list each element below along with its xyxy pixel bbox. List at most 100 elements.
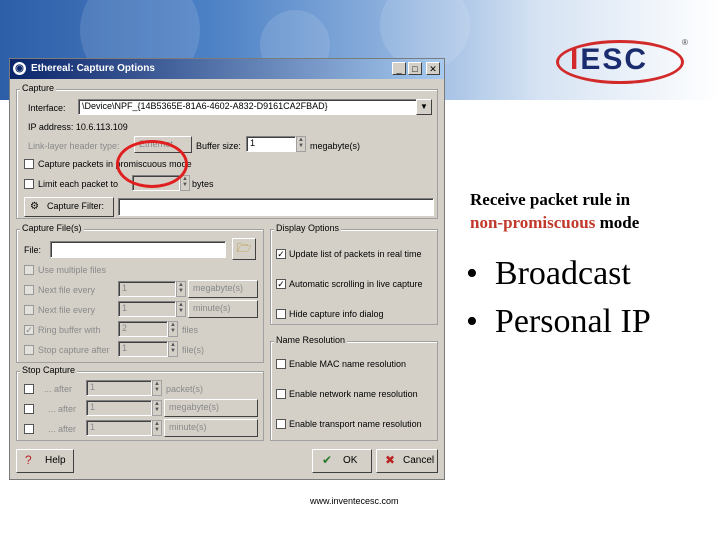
stop-after-time-input[interactable]: 1 (86, 420, 152, 436)
slide-note: Receive packet rule in non-promiscuous m… (470, 188, 639, 234)
next-file-size-input[interactable]: 1 (118, 281, 176, 297)
window-title: Ethereal: Capture Options (31, 63, 155, 74)
slide-note-highlight: non-promiscuous (470, 213, 596, 232)
cancel-button-label: Cancel (403, 455, 435, 466)
stop-after-time-label: ... after (48, 424, 77, 434)
capture-group-title: Capture (20, 83, 57, 93)
file-label: File: (24, 245, 42, 255)
multiple-files-checkbox[interactable] (24, 265, 34, 275)
stop-after-packets-label: ... after (44, 384, 73, 394)
auto-scroll-label: Automatic scrolling in live capture (289, 279, 423, 289)
interface-label: Interface: (28, 103, 66, 113)
display-options-group-title: Display Options (274, 223, 342, 233)
stop-after-time-spinner[interactable]: ▲ ▼ (152, 420, 162, 436)
help-button[interactable]: ? Help (16, 449, 74, 473)
next-file-size-label: Next file every (38, 285, 96, 295)
stop-after-size-unit-select[interactable]: megabyte(s) (164, 399, 258, 417)
stop-after-size-label: ... after (48, 404, 77, 414)
file-input[interactable] (50, 241, 226, 258)
cancel-icon: ✖ (385, 453, 396, 467)
minimize-button[interactable]: _ (392, 62, 406, 75)
stop-capture-group-title: Stop Capture (20, 365, 78, 375)
next-file-time-spinner[interactable]: ▲ ▼ (176, 301, 186, 317)
next-file-time-input[interactable]: 1 (118, 301, 176, 317)
bullet-list: • Broadcast • Personal IP (466, 250, 651, 346)
stop-after-time-unit-select[interactable]: minute(s) (164, 419, 258, 437)
help-icon: ? (25, 453, 32, 467)
limit-packet-checkbox[interactable] (24, 179, 34, 189)
capture-filter-input[interactable] (118, 198, 434, 216)
capture-files-group-title: Capture File(s) (20, 223, 84, 233)
stop-after-size-input[interactable]: 1 (86, 400, 152, 416)
transport-resolution-label: Enable transport name resolution (289, 419, 422, 429)
interface-combobox[interactable]: \Device\NPF_{14B5365E-81A6-4602-A832-D91… (78, 99, 420, 115)
annotation-ellipse (116, 140, 188, 188)
ring-buffer-input[interactable]: 2 (118, 321, 168, 337)
help-button-label: Help (45, 455, 66, 466)
iesc-logo: IESC ® (556, 36, 688, 90)
buffer-size-input[interactable]: 1 (246, 136, 296, 152)
promiscuous-checkbox[interactable] (24, 159, 34, 169)
stop-after-packets-checkbox[interactable] (24, 384, 34, 394)
ip-address-label: IP address: 10.6.113.109 (28, 122, 128, 132)
ok-icon: ✔ (322, 453, 333, 467)
logo-text: IESC (570, 43, 649, 76)
maximize-button[interactable]: □ (408, 62, 422, 75)
stop-after-files-input[interactable]: 1 (118, 341, 168, 357)
ring-buffer-label: Ring buffer with (38, 325, 101, 335)
network-resolution-label: Enable network name resolution (289, 389, 418, 399)
stop-after-files-spinner[interactable]: ▲ ▼ (168, 341, 178, 357)
cancel-button[interactable]: ✖ Cancel (376, 449, 438, 473)
buffer-size-spinner[interactable]: ▲ ▼ (296, 136, 306, 152)
ring-buffer-spinner[interactable]: ▲ ▼ (168, 321, 178, 337)
stop-after-files-unit: file(s) (182, 345, 204, 355)
stop-after-time-checkbox[interactable] (24, 424, 34, 434)
update-list-checkbox[interactable]: ✓ (276, 249, 286, 259)
bullet-text: Personal IP (494, 303, 651, 340)
ring-buffer-checkbox[interactable]: ✓ (24, 325, 34, 335)
ok-button[interactable]: ✔ OK (312, 449, 372, 473)
stop-after-packets-unit: packet(s) (166, 384, 204, 394)
multiple-files-label: Use multiple files (38, 265, 107, 275)
limit-packet-label: Limit each packet to (38, 179, 119, 189)
stop-after-size-spinner[interactable]: ▲ ▼ (152, 400, 162, 416)
slide-note-tail: mode (595, 213, 640, 232)
folder-icon: 🗁 (236, 241, 252, 255)
hide-info-checkbox[interactable] (276, 309, 286, 319)
app-icon: ◉ (13, 62, 26, 75)
capture-options-window: ◉ Ethereal: Capture Options _ □ ✕ Captur… (9, 58, 445, 480)
buffer-size-unit: megabyte(s) (310, 141, 361, 151)
registered-mark: ® (682, 38, 688, 47)
title-bar[interactable]: ◉ Ethereal: Capture Options _ □ ✕ (10, 59, 444, 79)
next-file-time-unit-select[interactable]: minute(s) (188, 300, 258, 318)
link-layer-label: Link-layer header type: (28, 141, 120, 151)
mac-resolution-label: Enable MAC name resolution (289, 359, 407, 369)
interface-dropdown-button[interactable]: ▼ (416, 99, 432, 115)
close-button[interactable]: ✕ (426, 62, 440, 75)
next-file-size-unit-select[interactable]: megabyte(s) (188, 280, 258, 298)
stop-after-packets-input[interactable]: 1 (86, 380, 152, 396)
capture-filter-button[interactable]: ⚙ Capture Filter: (24, 197, 114, 217)
capture-filter-label: Capture Filter: (47, 201, 105, 211)
limit-packet-unit: bytes (192, 179, 214, 189)
bullet-text: Broadcast (494, 255, 631, 292)
next-file-time-label: Next file every (38, 305, 96, 315)
next-file-size-spinner[interactable]: ▲ ▼ (176, 281, 186, 297)
slide-note-line2: non-promiscuous mode (470, 211, 639, 234)
next-file-time-checkbox[interactable] (24, 305, 34, 315)
next-file-size-checkbox[interactable] (24, 285, 34, 295)
ring-buffer-unit: files (182, 325, 199, 335)
transport-resolution-checkbox[interactable] (276, 419, 286, 429)
hide-info-label: Hide capture info dialog (289, 309, 384, 319)
name-resolution-group-title: Name Resolution (274, 335, 348, 345)
browse-folder-button[interactable]: 🗁 (232, 238, 256, 260)
network-resolution-checkbox[interactable] (276, 389, 286, 399)
stop-after-size-checkbox[interactable] (24, 404, 34, 414)
mac-resolution-checkbox[interactable] (276, 359, 286, 369)
stop-after-files-checkbox[interactable] (24, 345, 34, 355)
footer-url: www.inventecesc.com (310, 496, 399, 506)
buffer-size-label: Buffer size: (196, 141, 241, 151)
slide-note-line1: Receive packet rule in (470, 190, 631, 209)
stop-after-packets-spinner[interactable]: ▲ ▼ (152, 380, 162, 396)
auto-scroll-checkbox[interactable]: ✓ (276, 279, 286, 289)
